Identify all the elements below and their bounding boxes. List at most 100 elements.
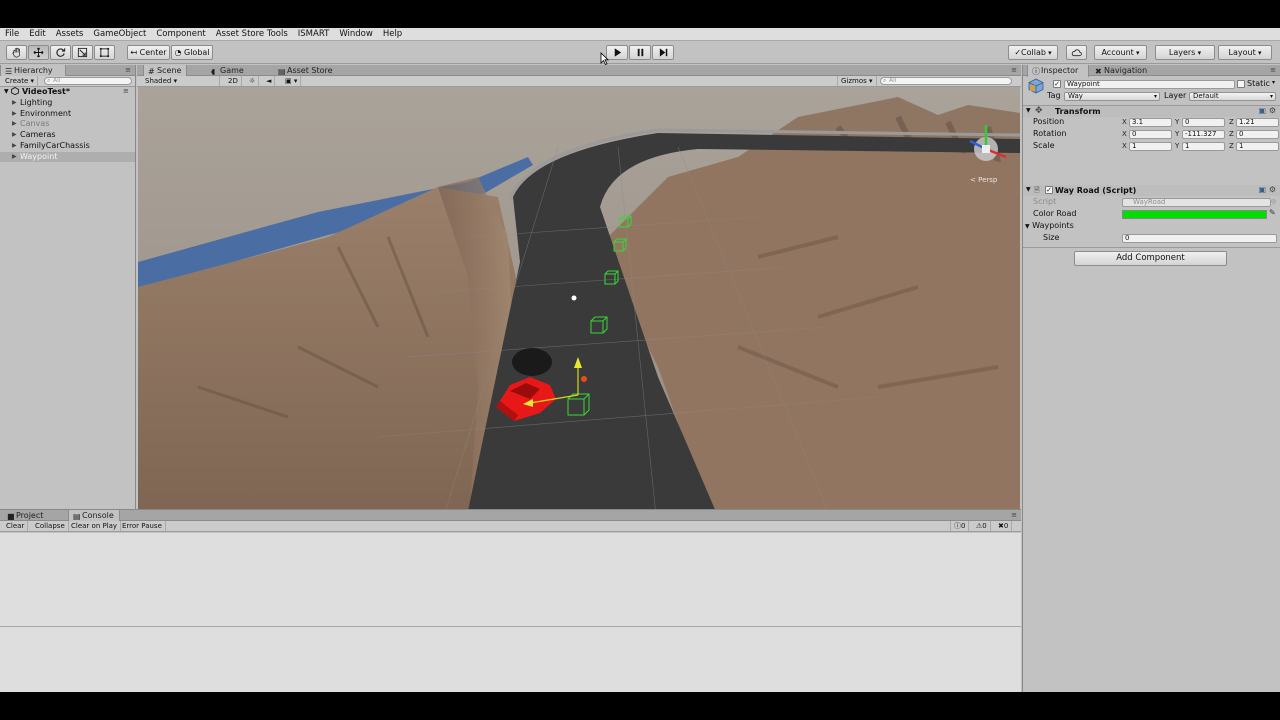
account-dropdown[interactable]: Account [1094, 45, 1147, 60]
layout-dropdown[interactable]: Layout [1218, 45, 1272, 60]
menu-edit[interactable]: Edit [24, 28, 50, 41]
tag-dropdown[interactable]: Way [1064, 92, 1160, 101]
tab-project[interactable]: ■Project [3, 510, 47, 521]
expand-arrow-icon[interactable]: ▶ [12, 130, 17, 140]
menu-ismart[interactable]: ISMART [293, 28, 335, 41]
menu-file[interactable]: File [0, 28, 24, 41]
menu-window[interactable]: Window [334, 28, 378, 41]
way-road-script-header[interactable]: ▼ 🗎 ✓ Way Road (Script) ▣ ⚙ [1023, 185, 1280, 196]
layer-dropdown[interactable]: Default [1189, 92, 1276, 101]
collab-dropdown[interactable]: ✓Collab [1008, 45, 1058, 60]
gear-icon[interactable]: ⚙ [1269, 185, 1276, 194]
gizmos-dropdown[interactable]: Gizmos [837, 76, 877, 86]
hierarchy-item[interactable]: ▶ Cameras [0, 130, 135, 140]
scene-viewport[interactable]: < Persp [138, 87, 1020, 535]
transform-z-field[interactable]: 1.21 [1236, 118, 1279, 127]
size-field[interactable]: 0 [1122, 234, 1277, 243]
add-component-button[interactable]: Add Component [1074, 251, 1227, 266]
help-book-icon[interactable]: ▣ [1258, 185, 1266, 194]
script-enabled-checkbox[interactable]: ✓ [1045, 186, 1053, 194]
scene-search-input[interactable]: All [880, 77, 1012, 85]
transform-x-field[interactable]: 3.1 [1129, 118, 1172, 127]
panel-menu-icon[interactable]: ≡ [1011, 66, 1017, 74]
expand-arrow-icon[interactable]: ▶ [12, 141, 17, 151]
transform-y-field[interactable]: 1 [1182, 142, 1225, 151]
hierarchy-item[interactable]: ▶ Canvas [0, 119, 135, 129]
active-checkbox[interactable]: ✓ [1053, 80, 1061, 88]
menu-help[interactable]: Help [378, 28, 407, 41]
menu-assets[interactable]: Assets [51, 28, 89, 41]
transform-y-field[interactable]: 0 [1182, 118, 1225, 127]
expand-arrow-icon[interactable]: ▶ [12, 98, 17, 108]
effects-dropdown[interactable]: ▣ [282, 76, 302, 86]
clear-button[interactable]: Clear [3, 521, 29, 531]
cloud-services-button[interactable] [1066, 45, 1087, 60]
scene-menu-icon[interactable]: ≡ [123, 86, 129, 97]
transform-z-field[interactable]: 0 [1236, 130, 1279, 139]
step-button[interactable] [652, 45, 674, 60]
expand-arrow-icon[interactable]: ▶ [12, 152, 17, 162]
gear-icon[interactable]: ⚙ [1269, 106, 1276, 115]
expand-arrow-icon[interactable]: ▼ [4, 86, 9, 97]
color-road-swatch[interactable] [1122, 210, 1267, 219]
hierarchy-item[interactable]: ▶ Environment [0, 109, 135, 119]
panel-menu-icon[interactable]: ≡ [125, 66, 131, 74]
transform-x-field[interactable]: 0 [1129, 130, 1172, 139]
scale-tool-button[interactable] [72, 45, 93, 60]
static-checkbox[interactable] [1237, 80, 1245, 88]
hierarchy-item[interactable]: ▶ FamilyCarChassis [0, 141, 135, 151]
tab-navigation[interactable]: ✖ Navigation [1091, 65, 1151, 76]
shading-mode-dropdown[interactable]: Shaded [142, 76, 220, 86]
transform-y-field[interactable]: -111.327 [1182, 130, 1225, 139]
collapse-toggle[interactable]: Collapse [32, 521, 69, 531]
collapse-arrow-icon[interactable]: ▼ [1026, 186, 1031, 193]
transform-x-field[interactable]: 1 [1129, 142, 1172, 151]
transform-header[interactable]: ▼ ✥ Transform ▣ ⚙ [1023, 106, 1280, 117]
expand-arrow-icon[interactable]: ▶ [12, 109, 17, 119]
help-book-icon[interactable]: ▣ [1258, 106, 1266, 115]
waypoints-foldout[interactable]: ▼ Waypoints [1025, 221, 1074, 232]
error-pause-toggle[interactable]: Error Pause [119, 521, 166, 531]
console-icon: ▤ [73, 512, 81, 521]
collapse-arrow-icon[interactable]: ▼ [1026, 107, 1031, 114]
move-tool-button[interactable] [28, 45, 49, 60]
hierarchy-item[interactable]: ▶ Lighting [0, 98, 135, 108]
log-filter-toggle[interactable]: ⓘ0 [950, 521, 970, 531]
tab-game[interactable]: ◖ Game [207, 65, 248, 76]
pause-button[interactable] [629, 45, 651, 60]
rect-tool-button[interactable] [94, 45, 115, 60]
menu-asset-store-tools[interactable]: Asset Store Tools [211, 28, 293, 41]
panel-menu-icon[interactable]: ≡ [1011, 511, 1017, 519]
error-filter-toggle[interactable]: ✖0 [995, 521, 1013, 531]
warning-filter-toggle[interactable]: ⚠0 [973, 521, 991, 531]
hierarchy-item[interactable]: ▶ Waypoint [0, 151, 135, 162]
create-dropdown[interactable]: Create [2, 76, 39, 86]
pivot-center-toggle[interactable]: ↤ Center [127, 45, 170, 60]
eyedropper-icon[interactable]: ✎ [1269, 208, 1276, 217]
2d-toggle[interactable]: 2D [225, 76, 242, 86]
scene-root-row[interactable]: ▼ VideoTest* ≡ [4, 86, 129, 97]
console-log-area[interactable] [0, 533, 1021, 692]
transform-z-field[interactable]: 1 [1236, 142, 1279, 151]
clear-on-play-toggle[interactable]: Clear on Play [68, 521, 122, 531]
tab-asset-store[interactable]: ▤Asset Store [274, 65, 337, 76]
hierarchy-search-input[interactable]: All [44, 77, 132, 85]
space-global-toggle[interactable]: ◔ Global [171, 45, 213, 60]
static-dropdown-arrow-icon[interactable]: ▾ [1272, 79, 1275, 86]
rotate-tool-button[interactable] [50, 45, 71, 60]
menu-gameobject[interactable]: GameObject [88, 28, 151, 41]
object-picker-icon[interactable]: ◎ [1271, 198, 1276, 205]
tab-inspector[interactable]: ⓘInspector [1027, 65, 1089, 77]
hand-tool-button[interactable] [6, 45, 27, 60]
play-button[interactable] [606, 45, 628, 60]
panel-menu-icon[interactable]: ≡ [1270, 66, 1276, 74]
menu-component[interactable]: Component [151, 28, 210, 41]
lighting-toggle[interactable]: ☼ [246, 76, 260, 86]
expand-arrow-icon[interactable]: ▶ [12, 119, 17, 129]
persp-label[interactable]: < Persp [970, 176, 997, 184]
audio-toggle[interactable]: ◄ [263, 76, 276, 86]
object-name-field[interactable]: Waypoint [1064, 80, 1235, 89]
transform-icon: ✥ [1035, 106, 1043, 116]
console-detail-divider[interactable] [0, 626, 1021, 627]
layers-dropdown[interactable]: Layers [1155, 45, 1215, 60]
